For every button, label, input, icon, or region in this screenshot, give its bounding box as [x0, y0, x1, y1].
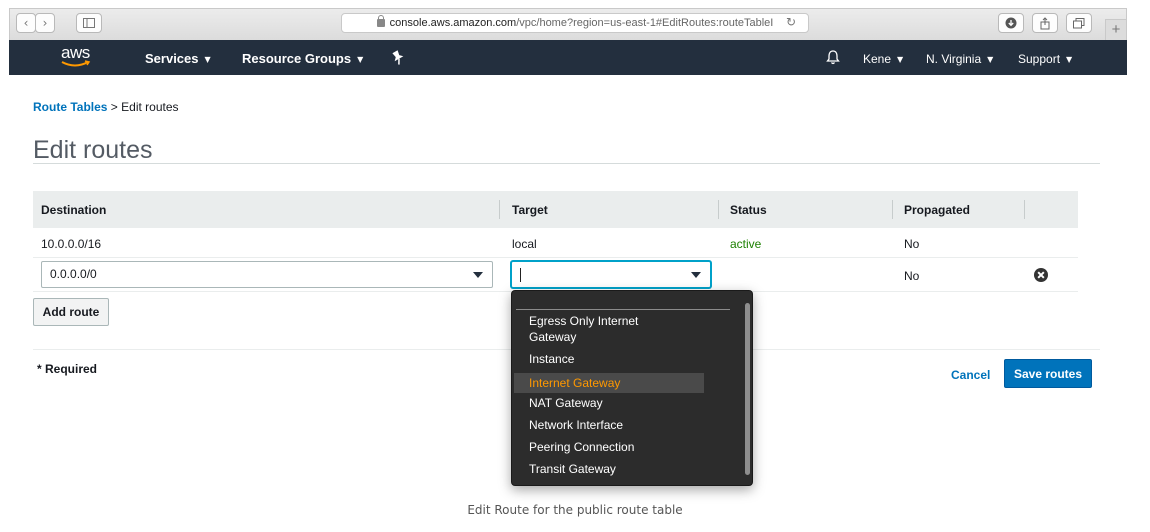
destination-select-value: 0.0.0.0/0: [50, 267, 97, 281]
add-route-button[interactable]: Add route: [33, 298, 109, 326]
resource-groups-label: Resource Groups: [242, 51, 352, 66]
dropdown-item-instance[interactable]: Instance: [514, 351, 704, 367]
browser-toolbar: ‹ › console.aws.amazon.com/vpc/home?regi…: [9, 8, 1127, 40]
breadcrumb-route-tables-link[interactable]: Route Tables: [33, 100, 107, 114]
sidebar-toggle-button[interactable]: [76, 13, 102, 33]
support-menu[interactable]: Support ▼: [1018, 52, 1072, 66]
page-title: Edit routes: [33, 136, 153, 164]
resource-groups-menu[interactable]: Resource Groups ▼: [242, 51, 363, 66]
aws-logo[interactable]: aws: [61, 43, 93, 71]
cancel-button[interactable]: Cancel: [951, 368, 990, 382]
column-header-destination: Destination: [41, 203, 107, 217]
dropdown-item-egress-only-internet-gateway[interactable]: Egress Only Internet Gateway: [514, 313, 704, 345]
dropdown-item-label: Gateway: [529, 330, 577, 344]
route-target-cell: local: [512, 237, 537, 251]
route-propagated-cell: No: [904, 237, 920, 251]
column-divider: [1024, 200, 1025, 219]
url-host: console.aws.amazon.com: [389, 17, 517, 29]
downloads-button[interactable]: [998, 13, 1024, 33]
column-divider: [499, 200, 500, 219]
breadcrumb-separator: >: [107, 100, 122, 114]
dropdown-item-network-interface[interactable]: Network Interface: [514, 417, 704, 433]
column-divider: [718, 200, 719, 219]
pin-icon[interactable]: [391, 49, 405, 65]
dropdown-separator: [516, 309, 730, 310]
region-menu[interactable]: N. Virginia ▼: [926, 52, 993, 66]
user-menu[interactable]: Kene ▼: [863, 52, 903, 66]
text-cursor: [520, 268, 521, 282]
chevron-down-icon: ▼: [1066, 55, 1073, 64]
remove-route-icon[interactable]: [1034, 268, 1048, 282]
chevron-down-icon: ▼: [987, 55, 994, 64]
chevron-down-icon: ▼: [897, 55, 904, 64]
column-header-propagated: Propagated: [904, 203, 971, 217]
route-propagated-cell: No: [904, 269, 920, 283]
download-icon: [1005, 17, 1017, 29]
share-button[interactable]: [1032, 13, 1058, 33]
breadcrumb: Route Tables > Edit routes: [33, 100, 179, 114]
sidebar-icon: [83, 18, 95, 28]
services-label: Services: [145, 51, 199, 66]
back-button[interactable]: ‹: [16, 13, 36, 33]
dropdown-item-nat-gateway[interactable]: NAT Gateway: [514, 395, 704, 411]
dropdown-item-label: Egress Only Internet: [529, 314, 639, 328]
lock-icon: [376, 15, 385, 27]
routes-table-header: Destination Target Status Propagated: [33, 191, 1078, 228]
support-label: Support: [1018, 52, 1061, 66]
new-tab-button[interactable]: +: [1105, 19, 1127, 41]
aws-navbar: aws Services ▼ Resource Groups ▼ Kene ▼ N. …: [9, 40, 1127, 75]
route-destination-cell: 10.0.0.0/16: [41, 237, 102, 251]
title-divider: [33, 163, 1100, 164]
chevron-down-icon: ▼: [204, 55, 211, 64]
tabs-icon: [1073, 17, 1085, 28]
target-dropdown-menu: Egress Only Internet Gateway Instance In…: [511, 290, 753, 486]
destination-select[interactable]: 0.0.0.0/0: [41, 261, 493, 288]
forward-button[interactable]: ›: [35, 13, 55, 33]
save-routes-button[interactable]: Save routes: [1004, 359, 1092, 388]
dropdown-item-internet-gateway[interactable]: Internet Gateway: [514, 373, 704, 393]
aws-smile-icon: [61, 60, 91, 67]
address-bar[interactable]: console.aws.amazon.com/vpc/home?region=u…: [341, 13, 809, 33]
row-divider: [33, 257, 1078, 258]
share-icon: [1040, 16, 1050, 29]
tabs-button[interactable]: [1066, 13, 1092, 33]
target-select[interactable]: [511, 261, 711, 288]
services-menu[interactable]: Services ▼: [145, 51, 211, 66]
column-header-target: Target: [512, 203, 548, 217]
chevron-down-icon: ▼: [357, 55, 364, 64]
chevron-down-icon: [691, 272, 701, 278]
dropdown-item-transit-gateway[interactable]: Transit Gateway: [514, 461, 704, 477]
bell-icon[interactable]: [826, 49, 840, 65]
url-path: /vpc/home?region=us-east-1#EditRoutes:ro…: [516, 17, 774, 29]
column-divider: [892, 200, 893, 219]
dropdown-item-peering-connection[interactable]: Peering Connection: [514, 439, 704, 455]
breadcrumb-current: Edit routes: [121, 100, 179, 114]
reload-icon[interactable]: ↻: [786, 15, 796, 29]
dropdown-scrollbar[interactable]: [745, 303, 750, 475]
chevron-down-icon: [473, 272, 483, 278]
figure-caption: Edit Route for the public route table: [467, 503, 683, 517]
column-header-status: Status: [730, 203, 767, 217]
region-label: N. Virginia: [926, 52, 982, 66]
user-label: Kene: [863, 52, 892, 66]
required-note: * Required: [37, 362, 98, 376]
route-status-cell: active: [730, 237, 762, 251]
